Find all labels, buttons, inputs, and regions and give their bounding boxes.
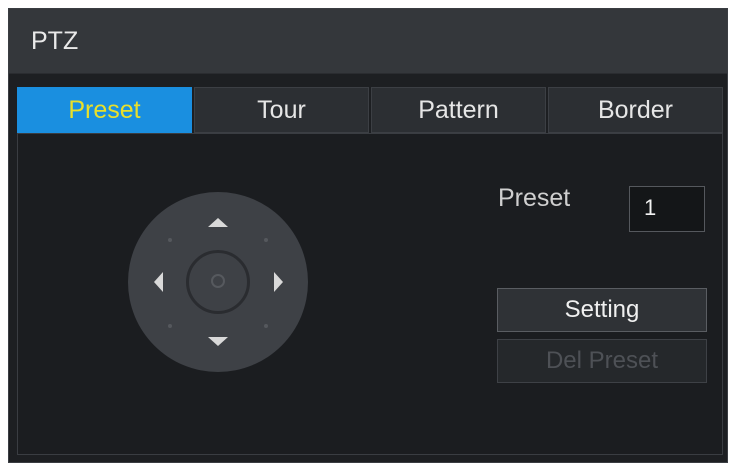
- preset-number-input[interactable]: 1: [629, 186, 705, 232]
- preset-panel: Preset 1 Setting Del Preset: [17, 133, 723, 455]
- dpad-center-button[interactable]: [186, 250, 250, 314]
- dpad-dot: [264, 238, 268, 242]
- dialog-title: PTZ: [31, 27, 79, 55]
- arrow-up-icon[interactable]: [208, 218, 228, 227]
- title-bar: PTZ: [9, 9, 727, 74]
- arrow-right-icon[interactable]: [274, 272, 283, 292]
- setting-button[interactable]: Setting: [497, 288, 707, 332]
- arrow-left-icon[interactable]: [154, 272, 163, 292]
- preset-label: Preset: [498, 184, 571, 212]
- tab-bar: Preset Tour Pattern Border: [17, 87, 723, 133]
- dpad-dot: [264, 324, 268, 328]
- direction-pad: [128, 192, 308, 372]
- tab-border[interactable]: Border: [548, 87, 723, 133]
- dpad-dot: [168, 324, 172, 328]
- arrow-down-icon[interactable]: [208, 337, 228, 346]
- tab-tour[interactable]: Tour: [194, 87, 369, 133]
- dpad-dot: [168, 238, 172, 242]
- ptz-dialog: PTZ Preset Tour Pattern Border Preset 1 …: [8, 8, 728, 463]
- zoom-icon: [211, 274, 225, 288]
- tab-pattern[interactable]: Pattern: [371, 87, 546, 133]
- tab-preset[interactable]: Preset: [17, 87, 192, 133]
- del-preset-button[interactable]: Del Preset: [497, 339, 707, 383]
